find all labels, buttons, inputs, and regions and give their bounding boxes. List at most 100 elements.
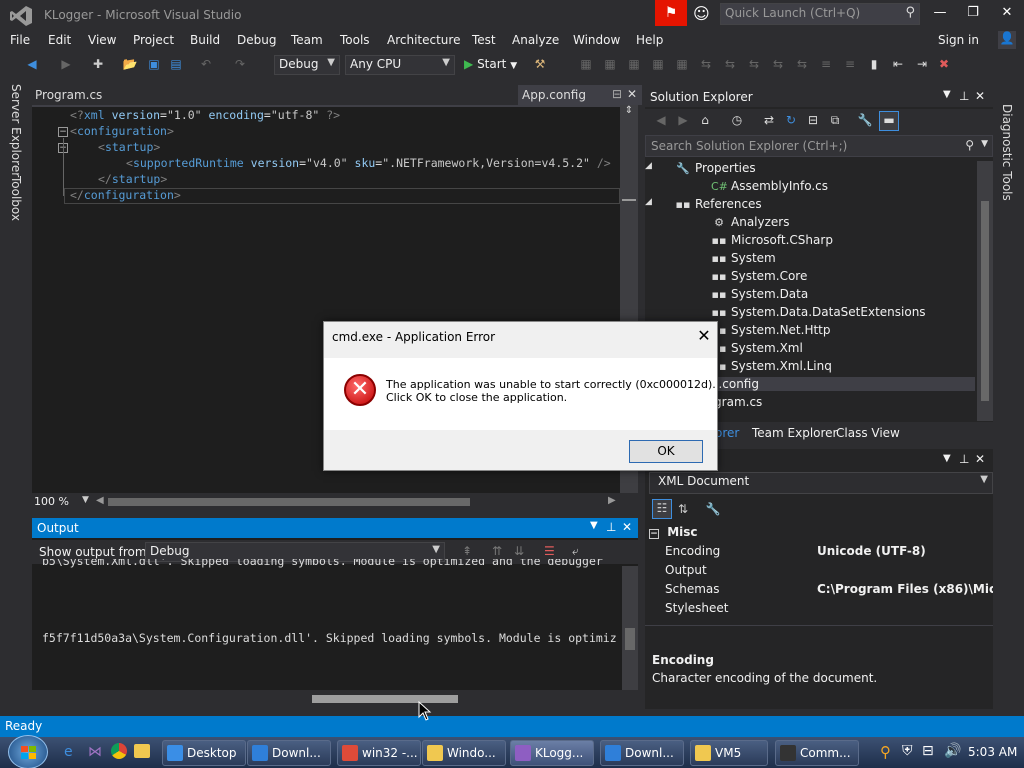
tree-item[interactable]: ▪▪ Microsoft.CSharp (711, 233, 833, 247)
toolbar-disabled-icon[interactable]: ⇆ (698, 56, 714, 72)
pin-icon[interactable]: ⊥ (959, 452, 969, 466)
output-vertical-scrollbar[interactable] (622, 566, 638, 690)
file-explorer-icon[interactable] (134, 744, 150, 758)
expander-icon[interactable]: ◢ (645, 197, 652, 207)
taskbar-button[interactable]: win32 -... (337, 740, 421, 766)
navigate-back-icon[interactable]: ◀ (24, 56, 40, 72)
clear-bookmarks-icon[interactable]: ✖ (936, 56, 952, 72)
home-icon[interactable]: ⌂ (697, 112, 713, 128)
chrome-icon[interactable] (111, 743, 127, 759)
prev-message-icon[interactable]: ⇈ (492, 544, 502, 558)
tree-item[interactable]: ◢ 🔧 Properties (645, 161, 756, 175)
pending-changes-icon[interactable]: ◷ (729, 112, 745, 128)
bookmark-icon[interactable]: ▮ (866, 56, 882, 72)
toolbar-disabled-icon[interactable]: ⇆ (722, 56, 738, 72)
tab-program-cs[interactable]: Program.cs (28, 85, 518, 105)
open-file-icon[interactable]: 📂 (122, 56, 138, 72)
tree-item[interactable]: ◢ ▪▪ References (645, 197, 762, 211)
edge-icon[interactable]: e (64, 744, 73, 760)
tray-shield-icon[interactable]: ⛨ (902, 743, 913, 759)
back-icon[interactable]: ◀ (653, 112, 669, 128)
minimize-button[interactable]: — (930, 5, 950, 23)
expander-icon[interactable]: ◢ (645, 161, 652, 171)
tab-solution-explorer[interactable]: orer (715, 426, 739, 440)
show-all-files-icon[interactable]: ⧉ (827, 112, 843, 128)
forward-icon[interactable]: ▶ (675, 112, 691, 128)
comment-icon[interactable]: ≡ (818, 56, 834, 72)
sign-in-link[interactable]: Sign in (938, 33, 979, 47)
property-value[interactable]: Unicode (UTF-8) (817, 544, 993, 558)
toolbar-disabled-icon[interactable]: ⇆ (794, 56, 810, 72)
feedback-flag-icon[interactable]: ⚑ (655, 0, 687, 26)
tree-item[interactable]: ▪▪ System (711, 251, 776, 265)
undo-icon[interactable]: ↶ (198, 56, 214, 72)
property-name[interactable]: Encoding (665, 544, 720, 558)
new-project-icon[interactable]: ✚ (90, 56, 106, 72)
redo-icon[interactable]: ↷ (232, 56, 248, 72)
server-explorer-tab[interactable]: Server Explorer (9, 84, 23, 177)
find-message-icon[interactable]: ⇞ (462, 544, 472, 558)
menu-build[interactable]: Build (190, 33, 220, 47)
taskbar-button[interactable]: Windo... (422, 740, 506, 766)
menu-help[interactable]: Help (636, 33, 663, 47)
pin-icon[interactable]: ⊥ (606, 520, 616, 534)
chevron-down-icon[interactable]: ▼ (943, 453, 951, 464)
property-object-select[interactable]: XML Document ▼ (649, 472, 993, 494)
tree-item[interactable]: ▪▪ System.Xml.Linq (711, 359, 832, 373)
solution-search-input[interactable]: Search Solution Explorer (Ctrl+;) ⚲ ▼ (645, 135, 993, 157)
maximize-button[interactable]: ❐ (963, 5, 983, 23)
toolbar-disabled-icon[interactable]: ▦ (602, 56, 618, 72)
find-in-files-icon[interactable]: ⚒ (532, 56, 548, 72)
chevron-down-icon[interactable]: ▼ (590, 520, 598, 531)
solution-platform-select[interactable]: Any CPU ▼ (345, 55, 455, 75)
tab-team-explorer[interactable]: Team Explorer (752, 426, 838, 440)
menu-analyze[interactable]: Analyze (512, 33, 559, 47)
split-icon[interactable]: ⇕ (621, 105, 637, 119)
tree-item[interactable]: ⚙ Analyzers (711, 215, 789, 229)
output-horizontal-scrollbar[interactable] (32, 690, 638, 708)
alphabetical-icon[interactable]: ⇅ (675, 501, 691, 517)
chevron-down-icon[interactable]: ▼ (943, 89, 951, 100)
pin-icon[interactable]: ⊟ (612, 87, 622, 101)
toolbar-disabled-icon[interactable]: ▦ (674, 56, 690, 72)
solution-configuration-select[interactable]: Debug ▼ (274, 55, 340, 75)
system-clock[interactable]: 5:03 AM (968, 745, 1017, 759)
network-icon[interactable]: ⊟ (922, 743, 934, 759)
properties-wrench-icon[interactable]: 🔧 (857, 112, 873, 128)
menu-tools[interactable]: Tools (340, 33, 370, 47)
menu-test[interactable]: Test (472, 33, 496, 47)
scroll-thumb[interactable] (625, 628, 635, 650)
close-icon[interactable]: ✕ (975, 89, 985, 103)
send-feedback-smiley-icon[interactable]: ☺ (693, 4, 713, 24)
close-tab-icon[interactable]: ✕ (627, 87, 637, 101)
save-all-icon[interactable]: ▤ (168, 56, 184, 72)
visual-studio-taskbar-icon[interactable]: ⋈ (88, 744, 102, 760)
toolbar-disabled-icon[interactable]: ⇆ (746, 56, 762, 72)
menu-edit[interactable]: Edit (48, 33, 71, 47)
solution-vertical-scrollbar[interactable] (977, 161, 993, 421)
preview-selected-icon[interactable]: ▬ (879, 111, 899, 131)
taskbar-button[interactable]: Downl... (247, 740, 331, 766)
tree-item[interactable]: ▪▪ System.Core (711, 269, 808, 283)
diagnostic-tools-tab[interactable]: Diagnostic Tools (1000, 104, 1014, 201)
tree-item[interactable]: ▪▪ System.Xml (711, 341, 803, 355)
menu-team[interactable]: Team (291, 33, 323, 47)
toolbar-disabled-icon[interactable]: ▦ (650, 56, 666, 72)
pin-icon[interactable]: ⊥ (959, 89, 969, 103)
property-pages-icon[interactable]: 🔧 (705, 501, 721, 517)
taskbar-button[interactable]: Downl... (600, 740, 684, 766)
categorized-icon[interactable]: ☷ (652, 499, 672, 519)
menu-window[interactable]: Window (573, 33, 620, 47)
dialog-close-button[interactable]: ✕ (694, 326, 714, 345)
close-button[interactable]: ✕ (997, 5, 1017, 23)
taskbar-button[interactable]: VM5 (690, 740, 768, 766)
taskbar-button[interactable]: Desktop (162, 740, 246, 766)
taskbar-button[interactable]: KLogg... (510, 740, 594, 766)
tree-item[interactable]: ▪▪ System.Net.Http (711, 323, 831, 337)
uncomment-icon[interactable]: ≡ (842, 56, 858, 72)
navigate-forward-icon[interactable]: ▶ (58, 56, 74, 72)
zoom-level[interactable]: 100 % (34, 495, 69, 508)
property-value[interactable]: C:\Program Files (x86)\Microsof (817, 582, 993, 596)
sync-icon[interactable]: ⇄ (761, 112, 777, 128)
tree-item[interactable]: C# AssemblyInfo.cs (711, 179, 828, 193)
